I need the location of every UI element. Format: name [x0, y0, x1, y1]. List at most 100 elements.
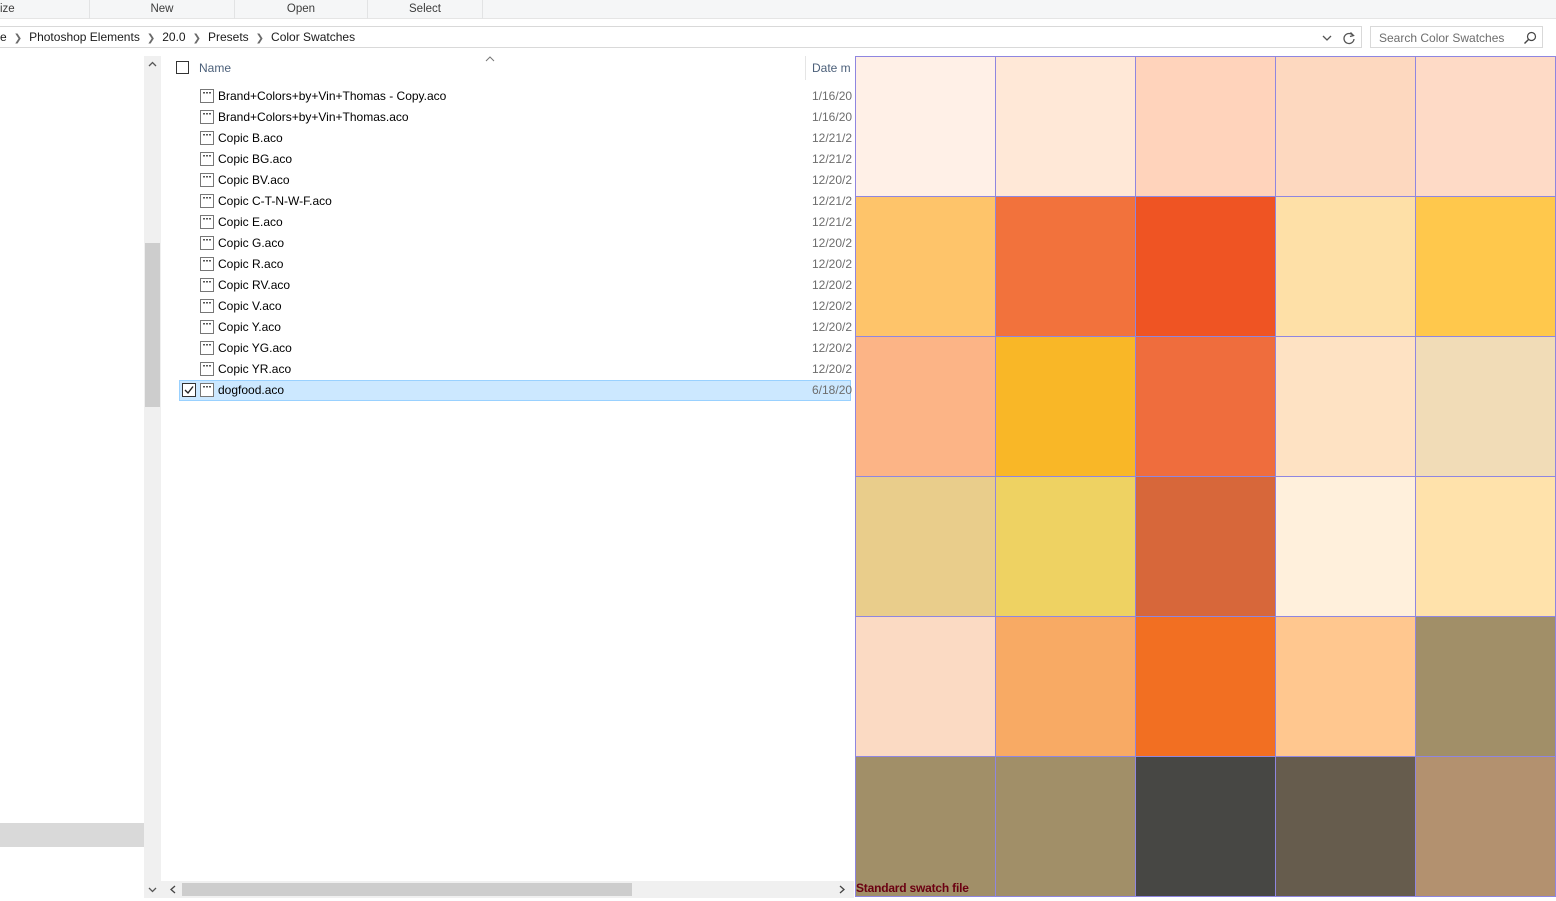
file-row[interactable]: Copic R.aco 12/20/2: [161, 254, 852, 275]
row-checkbox[interactable]: [182, 320, 196, 334]
file-name: Brand+Colors+by+Vin+Thomas.aco: [218, 110, 409, 124]
search-input[interactable]: [1379, 30, 1519, 45]
row-checkbox[interactable]: [182, 215, 196, 229]
file-name: Copic C-T-N-W-F.aco: [218, 194, 332, 208]
file-row[interactable]: Copic C-T-N-W-F.aco 12/21/2: [161, 191, 852, 212]
file-name: Copic G.aco: [218, 236, 285, 250]
file-row[interactable]: dogfood.aco 6/18/20: [179, 380, 852, 401]
aco-file-icon: [199, 193, 215, 209]
breadcrumb-item[interactable]: Color Swatches: [271, 27, 355, 47]
column-header-date[interactable]: Date m: [812, 61, 851, 75]
file-row[interactable]: Copic YR.aco 12/20/2: [161, 359, 852, 380]
file-name: Copic E.aco: [218, 215, 283, 229]
file-row[interactable]: Copic B.aco 12/21/2: [161, 128, 852, 149]
scrollbar-thumb[interactable]: [145, 243, 160, 407]
file-name: Copic RV.aco: [218, 278, 291, 292]
file-name: Copic YR.aco: [218, 362, 292, 376]
column-header-name[interactable]: Name: [199, 61, 231, 75]
color-swatch: [1134, 335, 1276, 477]
aco-file-icon: [199, 130, 215, 146]
search-icon[interactable]: [1522, 30, 1538, 46]
file-row[interactable]: Copic Y.aco 12/20/2: [161, 317, 852, 338]
file-row[interactable]: Copic YG.aco 12/20/2: [161, 338, 852, 359]
color-swatch: [1134, 475, 1276, 617]
aco-file-icon: [199, 172, 215, 188]
file-date: 12/20/2: [812, 278, 852, 292]
aco-file-icon: [199, 235, 215, 251]
navigation-pane[interactable]: [0, 56, 144, 898]
column-divider[interactable]: [805, 56, 806, 80]
aco-file-icon: [199, 319, 215, 335]
search-box[interactable]: [1370, 26, 1543, 48]
row-checkbox[interactable]: [182, 131, 196, 145]
file-name: Copic BG.aco: [218, 152, 293, 166]
color-swatch: [854, 195, 996, 337]
row-checkbox[interactable]: [182, 110, 196, 124]
scrollbar-thumb[interactable]: [182, 883, 632, 896]
file-row[interactable]: Copic RV.aco 12/20/2: [161, 275, 852, 296]
file-date: 12/20/2: [812, 236, 852, 250]
file-row[interactable]: Copic BG.aco 12/21/2: [161, 149, 852, 170]
row-checkbox[interactable]: [182, 299, 196, 313]
file-date: 12/21/2: [812, 131, 852, 145]
file-row[interactable]: Brand+Colors+by+Vin+Thomas - Copy.aco 1/1…: [161, 86, 852, 107]
nav-selected-item[interactable]: [0, 823, 144, 847]
row-checkbox[interactable]: [182, 341, 196, 355]
aco-file-icon: [199, 214, 215, 230]
row-checkbox[interactable]: [182, 194, 196, 208]
row-checkbox[interactable]: [182, 173, 196, 187]
aco-file-icon: [199, 109, 215, 125]
chevron-right-icon: ❯: [192, 33, 201, 44]
ribbon-group-organize: ize: [0, 0, 90, 19]
scroll-up-icon[interactable]: [144, 56, 161, 73]
breadcrumb-item[interactable]: 20.0: [162, 27, 185, 47]
row-checkbox[interactable]: [182, 362, 196, 376]
color-swatch: [854, 475, 996, 617]
swatch-grid: [854, 55, 1556, 897]
aco-file-icon: [199, 277, 215, 293]
file-name: dogfood.aco: [218, 383, 285, 397]
ribbon-group-new: New: [90, 0, 235, 19]
file-list[interactable]: Name Date m Brand+Colors+by+Vin+Thomas -…: [161, 56, 854, 898]
chevron-down-icon[interactable]: [1319, 30, 1335, 46]
row-checkbox[interactable]: [182, 152, 196, 166]
row-checkbox[interactable]: [182, 278, 196, 292]
color-swatch: [1414, 335, 1556, 477]
color-swatch: [1274, 335, 1416, 477]
ribbon-group-select: Select: [368, 0, 483, 19]
row-checkbox[interactable]: [182, 236, 196, 250]
color-swatch: [994, 55, 1136, 197]
breadcrumb-item[interactable]: Presets: [208, 27, 249, 47]
refresh-icon[interactable]: [1340, 29, 1358, 47]
file-row[interactable]: Copic V.aco 12/20/2: [161, 296, 852, 317]
file-row[interactable]: Copic E.aco 12/21/2: [161, 212, 852, 233]
file-date: 12/20/2: [812, 341, 852, 355]
color-swatch: [1274, 475, 1416, 617]
file-row[interactable]: Copic G.aco 12/20/2: [161, 233, 852, 254]
file-date: 12/20/2: [812, 320, 852, 334]
color-swatch: [1414, 755, 1556, 897]
address-bar[interactable]: e ❯ Photoshop Elements ❯ 20.0 ❯ Presets ❯ Color …: [0, 26, 1362, 48]
file-name: Brand+Colors+by+Vin+Thomas - Copy.aco: [218, 89, 447, 103]
file-date: 12/21/2: [812, 152, 852, 166]
file-row[interactable]: Brand+Colors+by+Vin+Thomas.aco 1/16/20: [161, 107, 852, 128]
nav-scrollbar[interactable]: [144, 56, 161, 898]
breadcrumb-item[interactable]: Photoshop Elements: [29, 27, 140, 47]
scroll-right-icon[interactable]: [836, 883, 848, 896]
scroll-left-icon[interactable]: [167, 883, 179, 896]
column-header: Name Date m: [161, 56, 854, 80]
color-swatch: [1414, 475, 1556, 617]
row-checkbox[interactable]: [182, 257, 196, 271]
select-all-checkbox[interactable]: [176, 61, 189, 74]
breadcrumb-item[interactable]: e: [0, 27, 7, 47]
row-checkbox[interactable]: [182, 89, 196, 103]
checked-checkbox[interactable]: [182, 383, 196, 397]
color-swatch: [1274, 755, 1416, 897]
horizontal-scrollbar[interactable]: [161, 881, 854, 898]
chevron-right-icon: ❯: [255, 33, 265, 44]
color-swatch: [1274, 615, 1416, 757]
file-date: 12/21/2: [812, 194, 852, 208]
file-row[interactable]: Copic BV.aco 12/20/2: [161, 170, 852, 191]
color-swatch: [994, 615, 1136, 757]
scroll-down-icon[interactable]: [144, 881, 161, 898]
